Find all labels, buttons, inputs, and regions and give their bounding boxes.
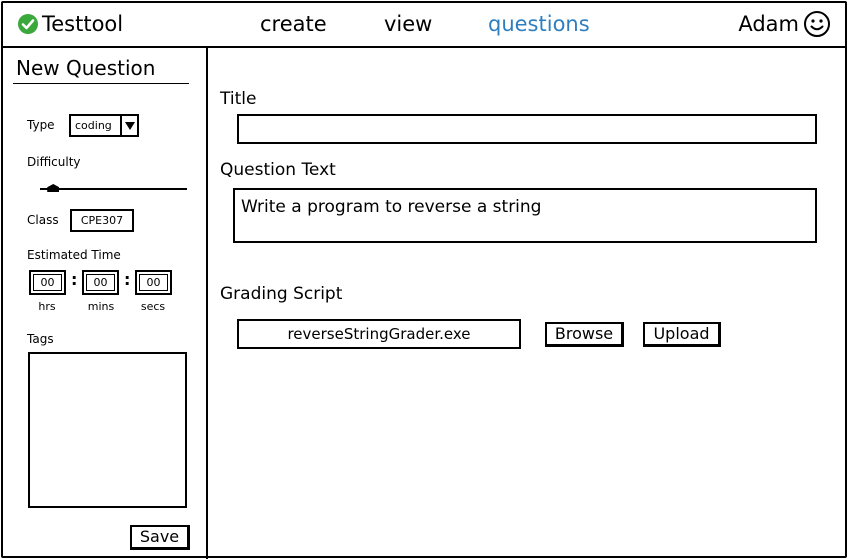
user-name: Adam — [738, 12, 799, 36]
nav-create[interactable]: create — [260, 11, 327, 37]
estimated-time-label: Estimated Time — [27, 248, 121, 262]
smiley-icon — [804, 11, 830, 37]
question-settings-panel: New Question Type coding Difficulty Clas… — [3, 48, 208, 559]
minutes-input[interactable]: 00 — [82, 270, 119, 295]
nav-questions[interactable]: questions — [488, 11, 590, 37]
nav-view[interactable]: view — [384, 11, 432, 37]
upload-button[interactable]: Upload — [643, 322, 721, 347]
difficulty-label: Difficulty — [27, 155, 81, 169]
difficulty-slider[interactable] — [40, 188, 187, 190]
chevron-down-icon[interactable] — [120, 116, 137, 135]
tags-label: Tags — [27, 332, 54, 346]
question-text-label: Question Text — [220, 160, 336, 180]
question-text-value: Write a program to reverse a string — [241, 197, 542, 217]
grading-script-label: Grading Script — [220, 284, 343, 304]
save-button[interactable]: Save — [130, 525, 190, 550]
app-logo[interactable]: Testtool — [18, 11, 123, 37]
class-label: Class — [27, 213, 59, 227]
hours-input[interactable]: 00 — [29, 270, 66, 295]
grading-script-file-field[interactable]: reverseStringGrader.exe — [237, 319, 521, 349]
seconds-input[interactable]: 00 — [135, 270, 172, 295]
check-circle-icon — [18, 14, 38, 34]
time-separator: : — [71, 270, 78, 289]
app-name: Testtool — [42, 12, 124, 36]
hours-unit-label: hrs — [38, 300, 56, 313]
user-menu[interactable]: Adam — [738, 10, 831, 38]
type-dropdown[interactable]: coding — [69, 114, 139, 137]
class-input[interactable]: CPE307 — [70, 209, 134, 232]
app-window: Testtool create view questions Adam New … — [1, 1, 847, 559]
panel-title: New Question — [16, 56, 156, 80]
type-selected-value: coding — [75, 119, 112, 132]
time-separator: : — [124, 270, 131, 289]
title-label: Title — [220, 89, 257, 109]
difficulty-slider-thumb[interactable] — [47, 184, 60, 192]
seconds-unit-label: secs — [140, 300, 166, 313]
tags-textarea[interactable] — [28, 352, 187, 508]
title-input[interactable] — [237, 114, 817, 144]
type-label: Type — [27, 118, 55, 132]
browse-button[interactable]: Browse — [545, 322, 624, 347]
title-underline — [13, 83, 189, 84]
minutes-unit-label: mins — [87, 300, 115, 313]
question-text-input[interactable]: Write a program to reverse a string — [233, 188, 817, 243]
top-bar: Testtool create view questions Adam — [3, 3, 845, 48]
